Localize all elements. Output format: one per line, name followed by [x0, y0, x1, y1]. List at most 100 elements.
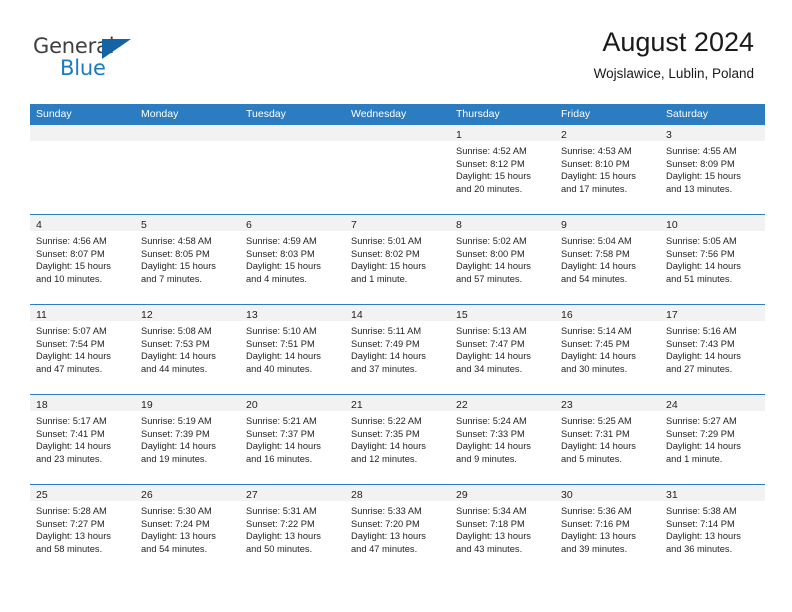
day-cell-20[interactable]: 20 Sunrise: 5:21 AM Sunset: 7:37 PM Dayligh… — [240, 395, 345, 484]
sunrise-text: Sunrise: 4:56 AM — [36, 236, 107, 246]
day-cell-23[interactable]: 23 Sunrise: 5:25 AM Sunset: 7:31 PM Dayligh… — [555, 395, 660, 484]
day-cell-28[interactable]: 28 Sunrise: 5:33 AM Sunset: 7:20 PM Dayligh… — [345, 485, 450, 574]
sunset-text: Sunset: 7:16 PM — [561, 518, 630, 529]
day-cell-14[interactable]: 14 Sunrise: 5:11 AM Sunset: 7:49 PM Dayligh… — [345, 305, 450, 394]
sunrise-text: Sunrise: 5:07 AM — [36, 326, 107, 336]
day-cell-11[interactable]: 11 Sunrise: 5:07 AM Sunset: 7:54 PM Dayligh… — [30, 305, 135, 394]
sunrise-text: Sunrise: 5:02 AM — [456, 236, 527, 246]
day-details: Sunrise: 5:11 AM Sunset: 7:49 PM Daylight:… — [345, 321, 450, 375]
sunset-text: Sunset: 7:29 PM — [666, 428, 735, 439]
general-blue-logo[interactable]: General Blue — [33, 36, 163, 84]
sunrise-text: Sunrise: 5:05 AM — [666, 236, 737, 246]
daylight-text: Daylight: 14 hours — [246, 441, 321, 452]
sunset-text: Sunset: 7:24 PM — [141, 518, 210, 529]
day-cell-22[interactable]: 22 Sunrise: 5:24 AM Sunset: 7:33 PM Dayligh… — [450, 395, 555, 484]
daylight-text: Daylight: 14 hours — [36, 441, 111, 452]
daylight-text: Daylight: 14 hours — [456, 351, 531, 362]
day-cell-16[interactable]: 16 Sunrise: 5:14 AM Sunset: 7:45 PM Dayligh… — [555, 305, 660, 394]
daylight-text: and 47 minutes. — [351, 543, 418, 554]
sunrise-text: Sunrise: 5:11 AM — [351, 326, 422, 336]
weekday-header-thursday: Thursday — [456, 108, 500, 120]
day-number-band: 25 — [30, 485, 135, 501]
day-number: 26 — [141, 489, 153, 501]
day-cell-27[interactable]: 27 Sunrise: 5:31 AM Sunset: 7:22 PM Dayligh… — [240, 485, 345, 574]
daylight-text: Daylight: 15 hours — [36, 261, 111, 272]
day-cell-26[interactable]: 26 Sunrise: 5:30 AM Sunset: 7:24 PM Dayligh… — [135, 485, 240, 574]
day-number-band: 2 — [555, 125, 660, 141]
day-number: 15 — [456, 309, 468, 321]
day-number: 10 — [666, 219, 678, 231]
day-cell-5[interactable]: 5 Sunrise: 4:58 AM Sunset: 8:05 PM Daylight… — [135, 215, 240, 304]
day-cell-30[interactable]: 30 Sunrise: 5:36 AM Sunset: 7:16 PM Dayligh… — [555, 485, 660, 574]
sunset-text: Sunset: 8:09 PM — [666, 158, 735, 169]
daylight-text: and 16 minutes. — [246, 453, 313, 464]
day-cell-9[interactable]: 9 Sunrise: 5:04 AM Sunset: 7:58 PM Daylight… — [555, 215, 660, 304]
daylight-text: Daylight: 14 hours — [36, 351, 111, 362]
day-number-band: 19 — [135, 395, 240, 411]
day-details: Sunrise: 5:21 AM Sunset: 7:37 PM Daylight:… — [240, 411, 345, 465]
day-details: Sunrise: 5:04 AM Sunset: 7:58 PM Daylight:… — [555, 231, 660, 285]
sunrise-text: Sunrise: 5:17 AM — [36, 416, 107, 426]
daylight-text: Daylight: 15 hours — [666, 171, 741, 182]
daylight-text: and 57 minutes. — [456, 273, 523, 284]
sunrise-text: Sunrise: 5:13 AM — [456, 326, 527, 336]
day-details: Sunrise: 4:53 AM Sunset: 8:10 PM Daylight:… — [555, 141, 660, 195]
daylight-text: and 44 minutes. — [141, 363, 208, 374]
sunset-text: Sunset: 7:53 PM — [141, 338, 210, 349]
day-cell-19[interactable]: 19 Sunrise: 5:19 AM Sunset: 7:39 PM Dayligh… — [135, 395, 240, 484]
daylight-text: Daylight: 14 hours — [141, 351, 216, 362]
weekday-header-saturday: Saturday — [666, 108, 709, 120]
day-cell-7[interactable]: 7 Sunrise: 5:01 AM Sunset: 8:02 PM Daylight… — [345, 215, 450, 304]
day-cell-1[interactable]: 1 Sunrise: 4:52 AM Sunset: 8:12 PM Daylight… — [450, 125, 555, 214]
day-number-band: 13 — [240, 305, 345, 321]
day-number-band: 6 — [240, 215, 345, 231]
sunrise-text: Sunrise: 5:30 AM — [141, 506, 212, 516]
day-cell-17[interactable]: 17 Sunrise: 5:16 AM Sunset: 7:43 PM Dayligh… — [660, 305, 765, 394]
day-cell-6[interactable]: 6 Sunrise: 4:59 AM Sunset: 8:03 PM Daylight… — [240, 215, 345, 304]
sunset-text: Sunset: 7:31 PM — [561, 428, 630, 439]
day-details — [30, 141, 135, 145]
day-cell-empty — [240, 125, 345, 214]
day-details — [135, 141, 240, 145]
day-cell-10[interactable]: 10 Sunrise: 5:05 AM Sunset: 7:56 PM Dayligh… — [660, 215, 765, 304]
daylight-text: Daylight: 15 hours — [561, 171, 636, 182]
day-cell-25[interactable]: 25 Sunrise: 5:28 AM Sunset: 7:27 PM Dayligh… — [30, 485, 135, 574]
day-number-band: 20 — [240, 395, 345, 411]
day-number-band: 1 — [450, 125, 555, 141]
sunrise-text: Sunrise: 4:58 AM — [141, 236, 212, 246]
day-cell-15[interactable]: 15 Sunrise: 5:13 AM Sunset: 7:47 PM Dayligh… — [450, 305, 555, 394]
sunrise-text: Sunrise: 5:36 AM — [561, 506, 632, 516]
blue-triangle-icon — [102, 39, 131, 59]
day-details: Sunrise: 5:38 AM Sunset: 7:14 PM Daylight:… — [660, 501, 765, 555]
day-cell-31[interactable]: 31 Sunrise: 5:38 AM Sunset: 7:14 PM Dayligh… — [660, 485, 765, 574]
daylight-text: Daylight: 13 hours — [666, 531, 741, 542]
day-number: 9 — [561, 219, 567, 231]
sunrise-text: Sunrise: 5:27 AM — [666, 416, 737, 426]
sunset-text: Sunset: 7:39 PM — [141, 428, 210, 439]
daylight-text: and 17 minutes. — [561, 183, 628, 194]
day-details: Sunrise: 5:30 AM Sunset: 7:24 PM Daylight:… — [135, 501, 240, 555]
sunset-text: Sunset: 7:45 PM — [561, 338, 630, 349]
day-cell-3[interactable]: 3 Sunrise: 4:55 AM Sunset: 8:09 PM Daylight… — [660, 125, 765, 214]
day-cell-8[interactable]: 8 Sunrise: 5:02 AM Sunset: 8:00 PM Daylight… — [450, 215, 555, 304]
daylight-text: Daylight: 14 hours — [561, 441, 636, 452]
day-cell-21[interactable]: 21 Sunrise: 5:22 AM Sunset: 7:35 PM Dayligh… — [345, 395, 450, 484]
day-cell-24[interactable]: 24 Sunrise: 5:27 AM Sunset: 7:29 PM Dayligh… — [660, 395, 765, 484]
sunrise-text: Sunrise: 5:19 AM — [141, 416, 212, 426]
daylight-text: and 39 minutes. — [561, 543, 628, 554]
day-cell-18[interactable]: 18 Sunrise: 5:17 AM Sunset: 7:41 PM Dayligh… — [30, 395, 135, 484]
day-number-band: 17 — [660, 305, 765, 321]
sunset-text: Sunset: 7:35 PM — [351, 428, 420, 439]
day-cell-2[interactable]: 2 Sunrise: 4:53 AM Sunset: 8:10 PM Daylight… — [555, 125, 660, 214]
sunrise-text: Sunrise: 5:22 AM — [351, 416, 422, 426]
day-number-band — [135, 125, 240, 141]
day-number: 16 — [561, 309, 573, 321]
day-cell-4[interactable]: 4 Sunrise: 4:56 AM Sunset: 8:07 PM Daylight… — [30, 215, 135, 304]
day-number: 12 — [141, 309, 153, 321]
day-details: Sunrise: 5:34 AM Sunset: 7:18 PM Daylight:… — [450, 501, 555, 555]
day-cell-13[interactable]: 13 Sunrise: 5:10 AM Sunset: 7:51 PM Dayligh… — [240, 305, 345, 394]
day-number: 24 — [666, 399, 678, 411]
daylight-text: Daylight: 15 hours — [456, 171, 531, 182]
day-cell-29[interactable]: 29 Sunrise: 5:34 AM Sunset: 7:18 PM Dayligh… — [450, 485, 555, 574]
day-cell-12[interactable]: 12 Sunrise: 5:08 AM Sunset: 7:53 PM Dayligh… — [135, 305, 240, 394]
